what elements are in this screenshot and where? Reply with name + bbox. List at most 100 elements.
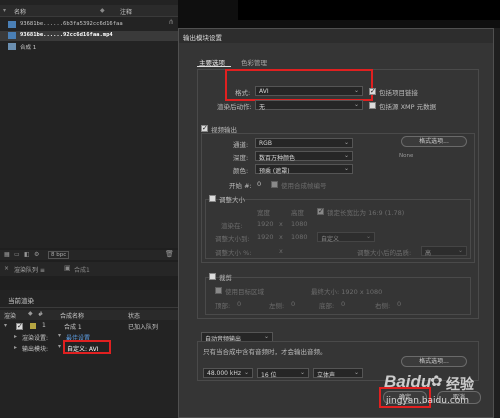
label-icon[interactable]: ◆	[100, 7, 105, 14]
render-checkbox[interactable]	[16, 322, 23, 330]
include-link-checkbox[interactable]	[369, 87, 376, 95]
resize-label: 调整大小	[219, 196, 245, 204]
depth-select[interactable]: 数百万种颜色 ⌄	[255, 151, 353, 162]
resize-quality-label: 调整大小后的品质:	[357, 249, 412, 257]
close-icon[interactable]: ×	[4, 265, 9, 272]
output-module-link[interactable]: 自定义: AVI	[67, 344, 99, 353]
bit-depth-value: 16 位	[261, 372, 277, 379]
chevron-down-icon: ⌄	[365, 233, 371, 240]
label-color-swatch[interactable]	[30, 323, 36, 329]
format-highlight	[225, 69, 373, 101]
collapse-chevron-icon[interactable]: ▸	[14, 333, 17, 340]
resize-height[interactable]: 1080	[291, 233, 308, 241]
render-at-label: 渲染在:	[221, 222, 243, 230]
channels-label: 通道:	[233, 141, 249, 149]
crop-group	[205, 277, 471, 315]
resize-checkbox[interactable]	[209, 195, 216, 202]
video-output-checkbox[interactable]	[201, 124, 208, 132]
resize-quality-value: 高	[425, 250, 432, 257]
x-separator: x	[279, 233, 283, 241]
chevron-down-icon: ⌄	[343, 139, 349, 146]
depth-label: 深度:	[233, 154, 249, 162]
chevron-down-icon: ⌄	[243, 369, 249, 376]
format-options-button[interactable]: 格式选项...	[401, 136, 467, 147]
interpret-footage-icon[interactable]: ▦	[4, 251, 10, 258]
channels-audio-select[interactable]: 立体声 ⌄	[313, 368, 363, 379]
color-select[interactable]: 预乘 (遮罩) ⌄	[255, 164, 353, 175]
audio-format-options-button[interactable]: 格式选项...	[401, 356, 467, 367]
lock-ratio-checkbox[interactable]	[317, 207, 324, 215]
use-comp-frame-label: 使用合成帧编号	[281, 182, 327, 190]
crop-label: 裁剪	[219, 274, 232, 282]
final-size-label: 最终大小: 1920 x 1080	[311, 288, 383, 296]
dropdown-icon[interactable]: ▾	[58, 332, 61, 339]
crop-left-value[interactable]: 0	[291, 300, 295, 308]
project-item-selected[interactable]: 93681be......92cc6d16faa.mp4	[0, 31, 178, 41]
render-queue-header: 渲染 ◆ # 合成名称 状态	[0, 310, 178, 320]
trash-icon[interactable]: 🗑	[165, 250, 174, 258]
tab-comp[interactable]: 合成1	[74, 265, 90, 274]
output-module-label: 输出模块:	[22, 346, 49, 353]
chevron-down-icon: ⌄	[353, 369, 359, 376]
channels-value: RGB	[259, 140, 272, 147]
include-xmp-label: 包括源 XMP 元数据	[379, 103, 437, 111]
start-value[interactable]: 0	[257, 180, 261, 188]
col-name-header[interactable]: 名称	[14, 7, 26, 16]
use-roi-label: 使用目标区域	[225, 288, 264, 296]
crop-bottom-value[interactable]: 0	[341, 300, 345, 308]
resize-preset-select[interactable]: 自定义 ⌄	[317, 232, 375, 243]
crop-right-value[interactable]: 0	[397, 300, 401, 308]
sample-rate-select[interactable]: 48.000 kHz ⌄	[203, 368, 253, 378]
header-number[interactable]: #	[38, 311, 43, 318]
chevron-down-icon: ⌄	[299, 369, 305, 376]
sample-rate-value: 48.000 kHz	[207, 370, 242, 377]
project-item[interactable]: 93681be......6b3fa5392cc6d16faa	[0, 20, 178, 30]
project-item[interactable]: 合成 1	[0, 42, 178, 52]
output-module-dialog: 输出模块设置 主要选项 色彩管理 格式: AVI ⌄ 包括项目链接 渲染后动作:…	[178, 28, 494, 418]
stereo-value: 立体声	[317, 372, 336, 379]
crop-top-label: 顶部:	[215, 302, 231, 310]
chevron-down-icon: ⌄	[343, 165, 349, 172]
include-xmp-checkbox[interactable]	[369, 102, 376, 109]
use-roi-checkbox[interactable]	[215, 287, 222, 294]
output-module-row: ▸ 输出模块: ▾ 自定义: AVI	[0, 340, 178, 354]
resize-width[interactable]: 1920	[257, 233, 274, 241]
render-height: 1080	[291, 220, 308, 228]
crop-bottom-label: 底部:	[319, 302, 335, 310]
watermark-brand-cn: 经验	[446, 377, 474, 393]
project-panel: ▾ 名称 ◆ 注释 ⋔ 93681be......6b3fa5392cc6d16…	[0, 0, 178, 260]
header-comp-name[interactable]: 合成名称	[60, 311, 84, 320]
channels-select[interactable]: RGB ⌄	[255, 138, 353, 148]
render-queue-tabs: × 渲染队列 ≡ ▣ 合成1	[0, 262, 178, 276]
color-value: 预乘 (遮罩)	[259, 168, 290, 175]
sort-icon[interactable]: ▾	[3, 7, 6, 14]
new-folder-icon[interactable]: ▭	[14, 251, 20, 258]
collapse-chevron-icon[interactable]: ▸	[14, 344, 17, 351]
resize-quality-select[interactable]: 高 ⌄	[421, 246, 467, 257]
new-comp-icon[interactable]: ◧	[24, 251, 30, 258]
header-status[interactable]: 状态	[128, 311, 140, 320]
resize-to-label: 调整大小到:	[215, 235, 250, 243]
crop-top-value[interactable]: 0	[237, 300, 241, 308]
lock-ratio-label: 锁定长宽比为 16:9 (1.78)	[327, 209, 405, 217]
expand-chevron-icon[interactable]: ▾	[4, 322, 7, 329]
col-comment-header[interactable]: 注释	[120, 7, 132, 16]
bpc-indicator[interactable]: 8 bpc	[48, 251, 70, 259]
post-render-select[interactable]: 无 ⌄	[255, 100, 363, 111]
settings-icon[interactable]: ⚙	[34, 251, 39, 258]
row-status: 已加入队列	[128, 324, 159, 331]
baidu-watermark: Baidu ✿ 经验 jingyan.baidu.com	[380, 372, 498, 416]
use-comp-frame-checkbox[interactable]	[271, 181, 278, 188]
tab-color-management[interactable]: 色彩管理	[241, 57, 267, 67]
video-file-icon	[8, 32, 16, 39]
bit-depth-select[interactable]: 16 位 ⌄	[257, 368, 309, 379]
crop-checkbox[interactable]	[209, 273, 216, 280]
tab-render-queue[interactable]: 渲染队列 ≡	[14, 265, 45, 274]
dropdown-icon[interactable]: ▾	[58, 343, 61, 350]
image-file-icon	[8, 21, 16, 28]
render-queue-row[interactable]: ▾ 1 合成 1 已加入队列	[0, 321, 178, 331]
header-render[interactable]: 渲染	[4, 311, 16, 320]
chevron-down-icon: ⌄	[457, 247, 463, 254]
height-col-label: 高度	[291, 209, 304, 217]
resize-preset-value: 自定义	[321, 236, 340, 243]
